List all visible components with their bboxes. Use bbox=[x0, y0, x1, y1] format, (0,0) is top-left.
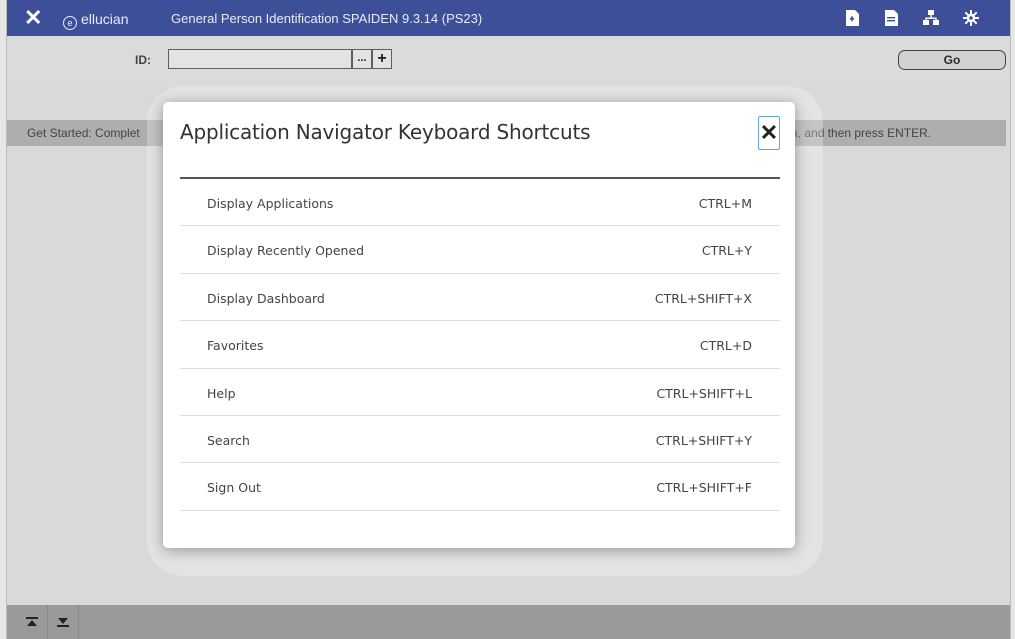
shortcut-row: Sign Out CTRL+SHIFT+F bbox=[180, 463, 780, 511]
ellucian-logo-icon: e bbox=[63, 16, 77, 30]
tools-gear-icon[interactable] bbox=[962, 9, 980, 27]
dialog-title: Application Navigator Keyboard Shortcuts bbox=[180, 120, 591, 144]
shortcut-label: Display Dashboard bbox=[207, 290, 325, 306]
banner-window: ✕ e ellucian General Person Identificatio… bbox=[6, 0, 1011, 639]
add-page-icon[interactable] bbox=[843, 9, 861, 27]
shortcut-keys: CTRL+Y bbox=[701, 243, 752, 259]
close-page-button[interactable]: ✕ bbox=[24, 6, 42, 30]
expand-down-icon[interactable] bbox=[48, 605, 79, 639]
ellucian-logo: e ellucian bbox=[63, 11, 128, 30]
shortcut-row: Help CTRL+SHIFT+L bbox=[180, 369, 780, 416]
shortcut-label: Favorites bbox=[207, 338, 264, 354]
collapse-up-icon[interactable] bbox=[17, 605, 48, 639]
retrieve-icon[interactable] bbox=[882, 9, 900, 27]
shortcut-keys: CTRL+SHIFT+X bbox=[654, 290, 752, 306]
shortcut-keys: CTRL+D bbox=[699, 338, 752, 354]
shortcut-label: Search bbox=[207, 432, 250, 448]
page-title: General Person Identification SPAIDEN 9.… bbox=[171, 11, 483, 26]
shortcut-row: Search CTRL+SHIFT+Y bbox=[180, 416, 780, 464]
shortcut-label: Display Recently Opened bbox=[207, 243, 365, 259]
close-dialog-button[interactable]: ✕ bbox=[758, 116, 780, 150]
shortcut-keys: CTRL+SHIFT+Y bbox=[655, 432, 752, 448]
shortcut-keys: CTRL+M bbox=[698, 196, 752, 211]
shortcut-label: Sign Out bbox=[207, 480, 261, 496]
keyboard-shortcuts-dialog: Application Navigator Keyboard Shortcuts… bbox=[163, 102, 795, 548]
shortcut-row: Favorites CTRL+D bbox=[180, 321, 780, 369]
shortcut-row: Display Applications CTRL+M bbox=[180, 179, 780, 227]
brand-name: ellucian bbox=[81, 11, 129, 27]
shortcut-keys: CTRL+SHIFT+F bbox=[656, 480, 752, 496]
shortcut-keys: CTRL+SHIFT+L bbox=[656, 385, 752, 401]
app-header: ✕ e ellucian General Person Identificatio… bbox=[7, 0, 1010, 36]
shortcut-label: Display Applications bbox=[207, 196, 334, 211]
related-icon[interactable] bbox=[922, 9, 940, 27]
shortcut-row: Display Recently Opened CTRL+Y bbox=[180, 226, 780, 274]
shortcut-list: Display Applications CTRL+M Display Rece… bbox=[180, 179, 780, 511]
shortcut-label: Help bbox=[207, 385, 236, 401]
shortcut-row: Display Dashboard CTRL+SHIFT+X bbox=[180, 274, 780, 322]
footer-bar bbox=[7, 605, 1010, 639]
